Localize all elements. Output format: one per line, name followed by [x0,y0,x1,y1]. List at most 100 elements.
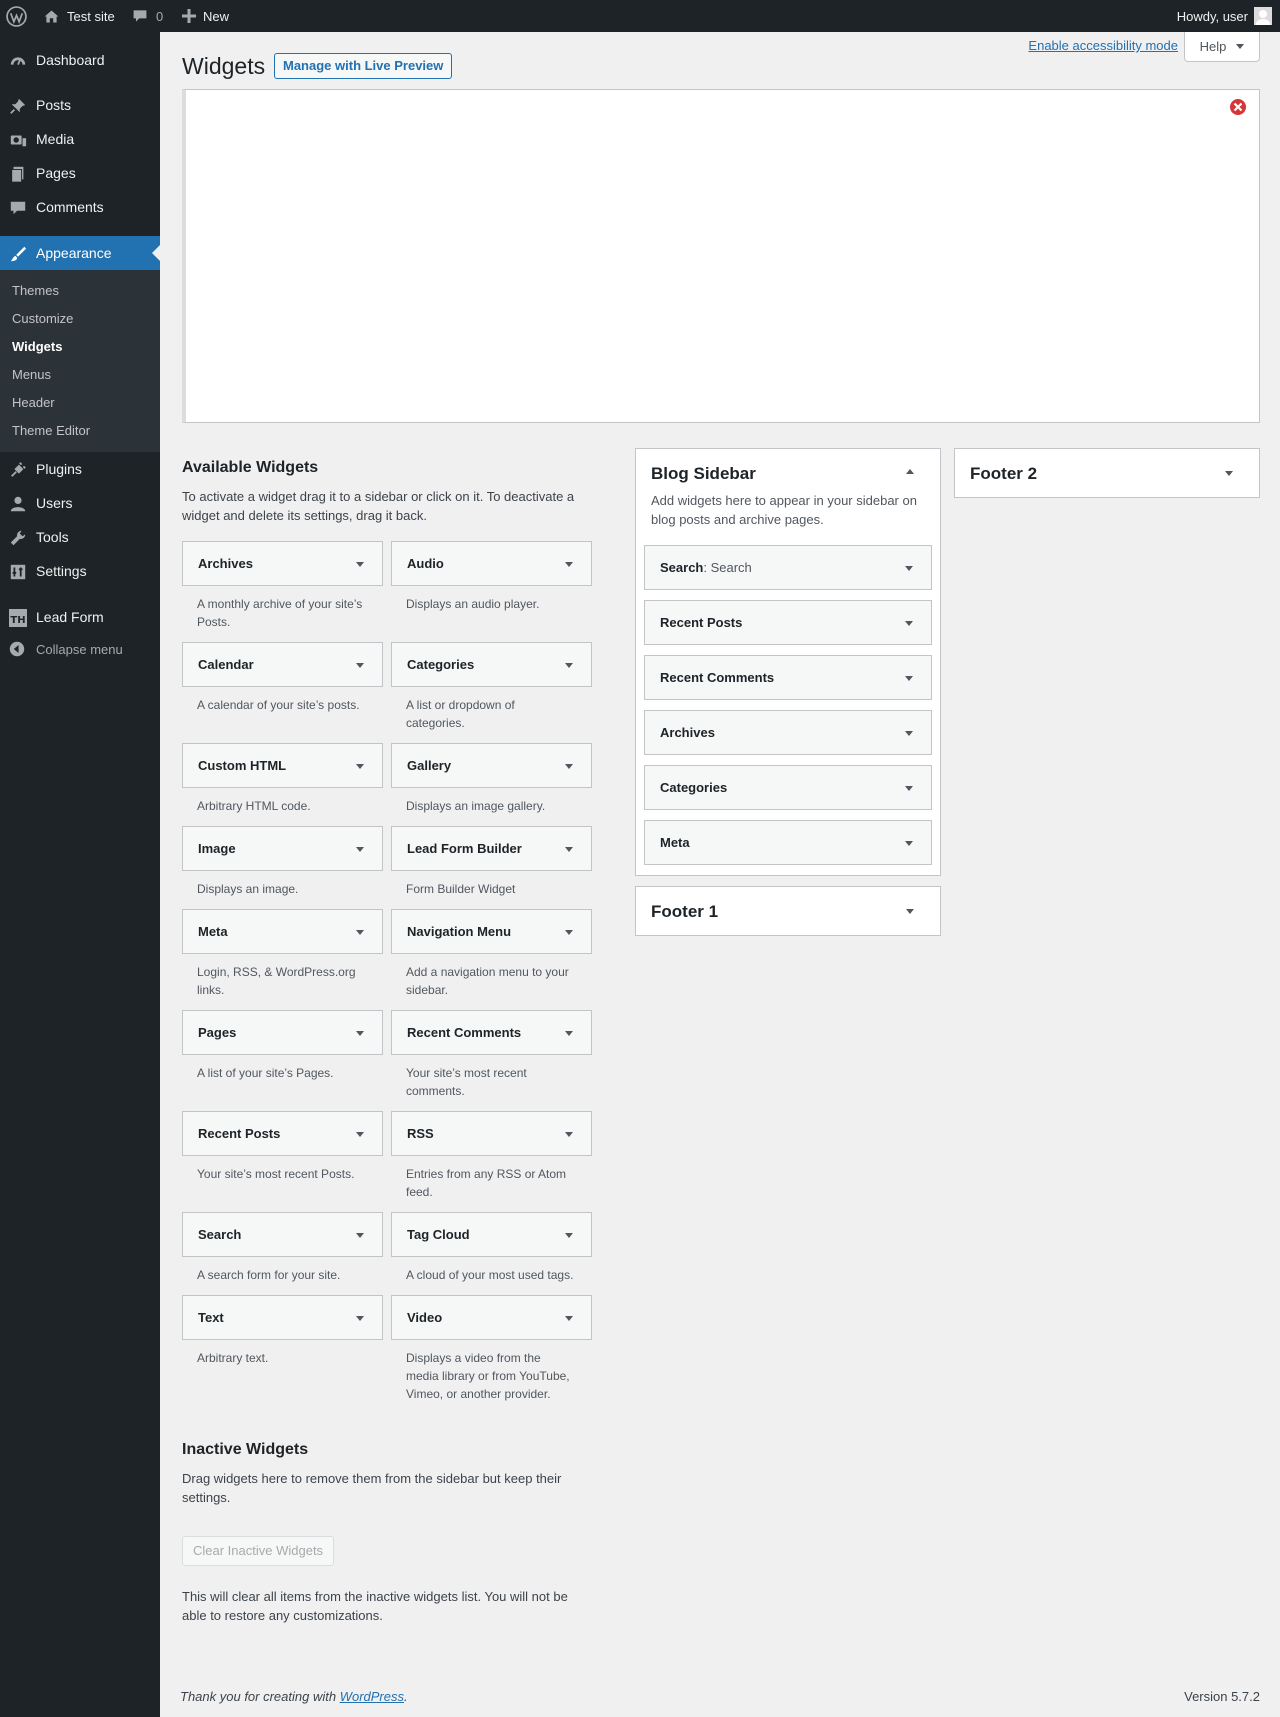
menu-lead-form[interactable]: TH Lead Form [0,600,160,634]
caret-down-icon[interactable] [565,764,573,769]
blog-sidebar-area[interactable]: Blog Sidebar Add widgets here to appear … [635,448,941,876]
caret-down-icon[interactable] [905,566,913,571]
dismiss-notice-icon[interactable] [1229,98,1247,116]
my-account-link[interactable]: Howdy, user [1177,0,1272,32]
widget-calendar[interactable]: Calendar [182,642,383,687]
widget-archives[interactable]: Archives [182,541,383,586]
caret-down-icon[interactable] [565,1233,573,1238]
menu-tools[interactable]: Tools [0,520,160,554]
widget-recent-posts[interactable]: Recent Posts [182,1111,383,1156]
sidebar-widget-meta[interactable]: Meta [644,820,932,865]
caret-down-icon[interactable] [356,1132,364,1137]
clear-inactive-widgets-button[interactable]: Clear Inactive Widgets [182,1536,335,1566]
widget-title: Navigation Menu [407,924,512,939]
menu-plugins[interactable]: Plugins [0,452,160,486]
caret-down-icon[interactable] [905,731,913,736]
menu-appearance[interactable]: Appearance [0,236,160,270]
caret-down-icon[interactable] [565,1316,573,1321]
caret-down-icon[interactable] [565,1031,573,1036]
submenu-themes[interactable]: Themes [12,283,59,299]
sidebar-widget-categories[interactable]: Categories [644,765,932,810]
widget-title: Archives [660,725,715,740]
submenu-menus[interactable]: Menus [12,367,51,383]
widget-description: Entries from any RSS or Atom feed. [406,1167,567,1199]
caret-down-icon[interactable] [905,676,913,681]
caret-down-icon[interactable] [356,1316,364,1321]
caret-down-icon[interactable] [565,1132,573,1137]
new-content-link[interactable]: New [182,0,229,32]
wrench-icon [8,528,28,548]
widget-title: Recent Comments [660,670,775,685]
caret-down-icon[interactable] [1225,471,1233,476]
plugin-icon [8,460,28,480]
menu-dashboard[interactable]: Dashboard [0,43,160,77]
caret-down-icon[interactable] [356,764,364,769]
caret-down-icon[interactable] [905,841,913,846]
sidebar-widget-recent-comments[interactable]: Recent Comments [644,655,932,700]
caret-up-icon[interactable] [906,469,914,474]
widget-title: Tag Cloud [407,1227,470,1242]
submenu-widgets[interactable]: Widgets [12,339,62,355]
widget-description: Arbitrary text. [197,1351,269,1365]
caret-down-icon[interactable] [565,663,573,668]
caret-down-icon[interactable] [905,621,913,626]
menu-pages[interactable]: Pages [0,156,160,190]
accessibility-mode-link[interactable]: Enable accessibility mode [1028,38,1178,54]
caret-down-icon[interactable] [356,562,364,567]
submenu-customize[interactable]: Customize [12,311,73,327]
menu-settings[interactable]: Settings [0,554,160,588]
widget-audio[interactable]: Audio [391,541,592,586]
wordpress-link[interactable]: WordPress [340,1689,404,1704]
comment-bubble-icon [8,198,28,218]
caret-down-icon[interactable] [356,1031,364,1036]
menu-media[interactable]: Media [0,122,160,156]
menu-posts[interactable]: Posts [0,88,160,122]
widget-tag-cloud[interactable]: Tag Cloud [391,1212,592,1257]
widget-gallery[interactable]: Gallery [391,743,592,788]
sidebar-widget-recent-posts[interactable]: Recent Posts [644,600,932,645]
widget-categories[interactable]: Categories [391,642,592,687]
widget-lead-form-builder[interactable]: Lead Form Builder [391,826,592,871]
widget-recent-comments[interactable]: Recent Comments [391,1010,592,1055]
widget-text[interactable]: Text [182,1295,383,1340]
widget-navigation-menu[interactable]: Navigation Menu [391,909,592,954]
menu-users[interactable]: Users [0,486,160,520]
comments-link[interactable]: 0 [132,0,163,32]
clear-inactive-note: This will clear all items from the inact… [182,1589,568,1623]
wordpress-logo-icon[interactable] [6,0,27,32]
manage-live-preview-button[interactable]: Manage with Live Preview [274,53,453,79]
submenu-header[interactable]: Header [12,395,55,411]
caret-down-icon[interactable] [906,909,914,914]
caret-down-icon[interactable] [565,562,573,567]
widget-title: Search: Search [660,560,752,575]
caret-down-icon[interactable] [905,786,913,791]
widget-pages[interactable]: Pages [182,1010,383,1055]
widget-image[interactable]: Image [182,826,383,871]
widget-description: Your site’s most recent Posts. [197,1167,355,1181]
sidebar-widget-archives[interactable]: Archives [644,710,932,755]
paintbrush-icon [8,244,28,264]
menu-comments[interactable]: Comments [0,190,160,224]
widget-rss[interactable]: RSS [391,1111,592,1156]
caret-down-icon[interactable] [356,663,364,668]
widget-title: Gallery [407,758,452,773]
submenu-theme-editor[interactable]: Theme Editor [12,423,90,439]
widget-search[interactable]: Search [182,1212,383,1257]
widget-meta[interactable]: Meta [182,909,383,954]
user-icon [8,494,28,514]
widget-title: Video [407,1310,443,1325]
caret-down-icon[interactable] [565,847,573,852]
sidebar-widget-search[interactable]: Search: Search [644,545,932,590]
caret-down-icon[interactable] [565,930,573,935]
caret-down-icon[interactable] [356,847,364,852]
settings-sliders-icon [8,562,28,582]
help-button[interactable]: Help [1184,32,1260,62]
caret-down-icon[interactable] [356,930,364,935]
collapse-menu-button[interactable]: Collapse menu [0,632,160,666]
widget-video[interactable]: Video [391,1295,592,1340]
site-name-link[interactable]: Test site [43,0,115,32]
widget-custom-html[interactable]: Custom HTML [182,743,383,788]
footer-2-area[interactable]: Footer 2 [954,448,1260,498]
footer-1-area[interactable]: Footer 1 [635,886,941,936]
caret-down-icon[interactable] [356,1233,364,1238]
